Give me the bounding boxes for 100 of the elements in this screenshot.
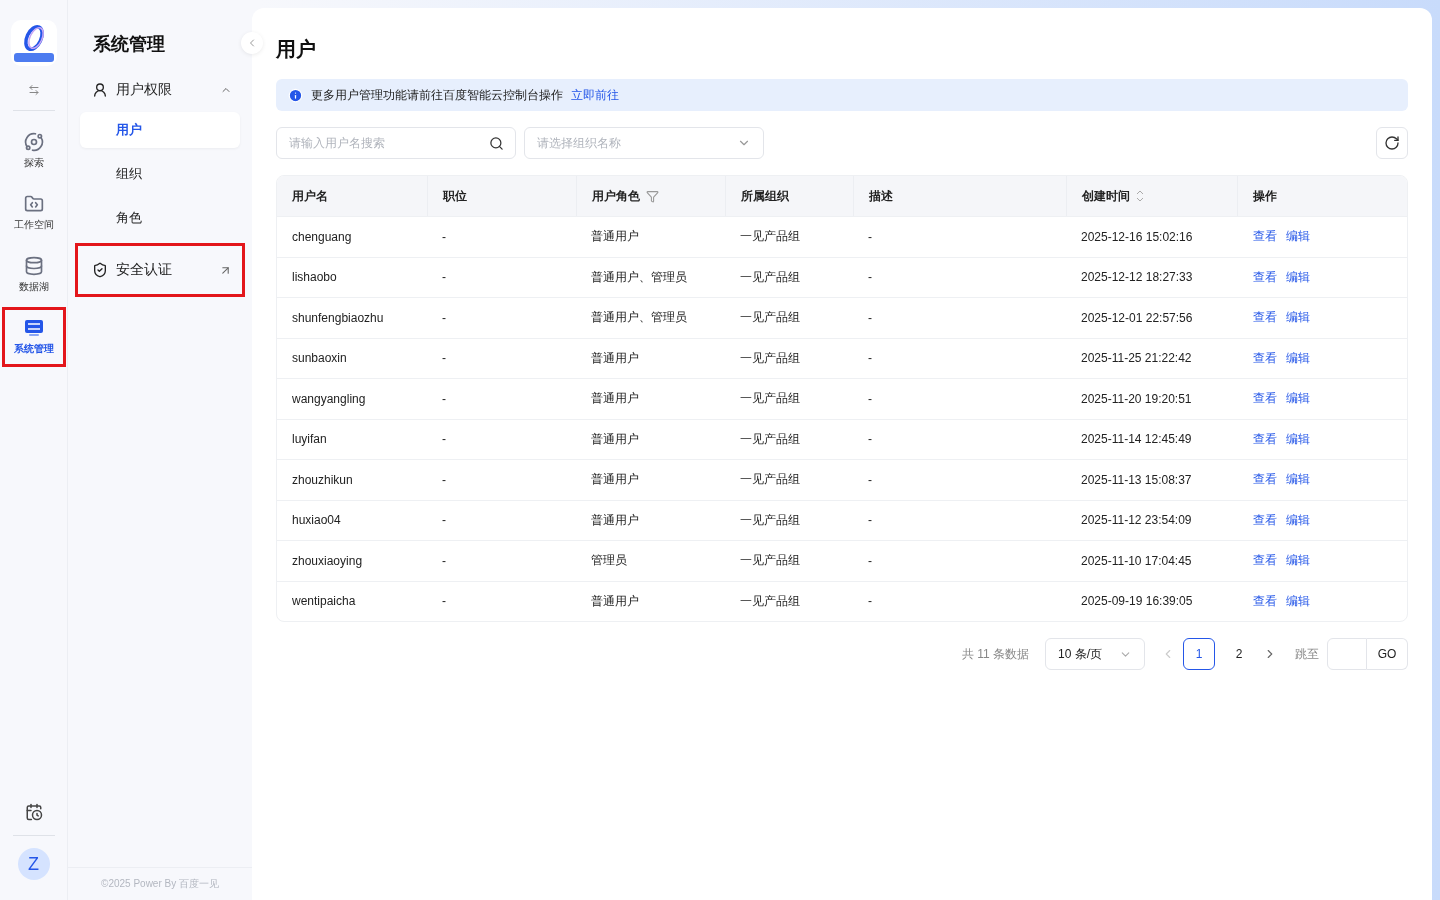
column-header: 职位 bbox=[443, 187, 467, 205]
page-size-select[interactable]: 10 条/页 bbox=[1045, 638, 1145, 670]
action-link[interactable]: 查看 bbox=[1253, 471, 1277, 489]
search-field[interactable]: 请输入用户名搜索 bbox=[276, 127, 516, 159]
sort-icon[interactable] bbox=[1136, 189, 1144, 203]
action-link[interactable]: 编辑 bbox=[1286, 309, 1310, 327]
table-cell-text: - bbox=[867, 432, 873, 447]
switch-icon[interactable] bbox=[27, 84, 40, 96]
page-jump-field[interactable] bbox=[1327, 638, 1367, 670]
column-header: 所属组织 bbox=[741, 187, 789, 205]
column-header: 用户名 bbox=[292, 187, 328, 205]
table-cell-text: 一见产品组 bbox=[739, 430, 801, 448]
table-cell-text: zhouzhikun bbox=[291, 472, 354, 487]
table-cell-text: 一见产品组 bbox=[739, 309, 801, 327]
table-cell-text: 2025-11-20 19:20:51 bbox=[1080, 391, 1193, 406]
action-link[interactable]: 编辑 bbox=[1286, 268, 1310, 286]
refresh-button[interactable] bbox=[1376, 127, 1408, 159]
table-cell-text: luyifan bbox=[291, 432, 328, 447]
action-link[interactable]: 查看 bbox=[1253, 309, 1277, 327]
table-cell-text: huxiao04 bbox=[291, 513, 342, 528]
info-icon bbox=[288, 87, 303, 103]
menu-item[interactable]: 角色 bbox=[80, 200, 240, 236]
table-cell-text: 普通用户 bbox=[590, 592, 640, 610]
table-cell-text: - bbox=[441, 553, 447, 568]
table-cell-text: - bbox=[441, 270, 447, 285]
menu-group[interactable]: 用户权限 bbox=[80, 72, 240, 108]
nav-item[interactable]: 工作空间 bbox=[1, 183, 66, 243]
action-link[interactable]: 查看 bbox=[1253, 390, 1277, 408]
table-cell-text: 2025-11-14 12:45:49 bbox=[1080, 432, 1193, 447]
action-link[interactable]: 查看 bbox=[1253, 552, 1277, 570]
app-logo[interactable] bbox=[10, 20, 57, 66]
table-cell-text: - bbox=[867, 553, 873, 568]
table-cell-text: - bbox=[867, 351, 873, 366]
action-link[interactable]: 查看 bbox=[1253, 268, 1277, 286]
sidebar-title: 系统管理 bbox=[93, 33, 166, 56]
action-link[interactable]: 查看 bbox=[1253, 592, 1277, 610]
table-cell-text: 一见产品组 bbox=[739, 390, 801, 408]
page-title: 用户 bbox=[276, 37, 317, 62]
action-link[interactable]: 编辑 bbox=[1286, 390, 1310, 408]
table-cell-text: chenguang bbox=[291, 229, 353, 244]
menu-item[interactable]: 组织 bbox=[80, 156, 240, 192]
database-icon bbox=[23, 256, 44, 276]
page-button[interactable]: 1 bbox=[1183, 638, 1215, 670]
table-cell-text: 普通用户 bbox=[590, 471, 640, 489]
action-link[interactable]: 编辑 bbox=[1286, 552, 1310, 570]
action-link[interactable]: 编辑 bbox=[1286, 471, 1310, 489]
table-cell-text: 普通用户 bbox=[590, 511, 640, 529]
user-avatar[interactable]: Z bbox=[17, 848, 50, 880]
action-link[interactable]: 查看 bbox=[1253, 430, 1277, 448]
nav-item[interactable]: 探索 bbox=[1, 121, 66, 181]
table-cell-text: wentipaicha bbox=[291, 594, 357, 609]
action-link[interactable]: 查看 bbox=[1253, 511, 1277, 529]
action-link[interactable]: 编辑 bbox=[1286, 228, 1310, 246]
action-link[interactable]: 编辑 bbox=[1286, 349, 1310, 367]
table-cell-text: 一见产品组 bbox=[739, 228, 801, 246]
search-icon[interactable] bbox=[489, 135, 504, 151]
table-cell-text: 2025-11-12 23:54:09 bbox=[1080, 513, 1193, 528]
table-cell-text: 2025-09-19 16:39:05 bbox=[1080, 594, 1194, 609]
table-cell-text: - bbox=[441, 594, 447, 609]
action-link[interactable]: 查看 bbox=[1253, 349, 1277, 367]
table-cell-text: 普通用户 bbox=[590, 228, 640, 246]
action-link[interactable]: 查看 bbox=[1253, 228, 1277, 246]
column-header: 创建时间 bbox=[1082, 187, 1130, 205]
column-header: 用户角色 bbox=[592, 187, 640, 205]
table-cell-text: 2025-12-12 18:27:33 bbox=[1080, 270, 1194, 285]
table-cell-text: - bbox=[867, 229, 873, 244]
table-cell-text: - bbox=[441, 513, 447, 528]
table-cell-text: - bbox=[441, 229, 447, 244]
notice-text: 更多用户管理功能请前往百度智能云控制台操作 bbox=[311, 86, 563, 104]
table-cell-text: sunbaoxin bbox=[291, 351, 348, 366]
column-header: 描述 bbox=[869, 187, 893, 205]
notice-link[interactable]: 立即前往 bbox=[571, 86, 619, 104]
table-cell-text: 一见产品组 bbox=[739, 552, 801, 570]
go-button[interactable]: GO bbox=[1367, 638, 1408, 670]
table-cell-text: - bbox=[441, 472, 447, 487]
schedule-icon[interactable] bbox=[24, 803, 43, 821]
total-count: 共 11 条数据 bbox=[961, 645, 1029, 663]
table-cell-text: 一见产品组 bbox=[739, 268, 801, 286]
table-cell-text: - bbox=[867, 472, 873, 487]
menu-group[interactable]: 安全认证 bbox=[80, 248, 240, 292]
action-link[interactable]: 编辑 bbox=[1286, 511, 1310, 529]
control-panel-icon bbox=[23, 318, 44, 338]
jump-label: 跳至 bbox=[1295, 645, 1319, 663]
table-cell-text: - bbox=[867, 270, 873, 285]
filter-icon[interactable] bbox=[646, 189, 659, 203]
nav-item[interactable]: 数据湖 bbox=[1, 245, 66, 305]
nav-item[interactable]: 系统管理 bbox=[1, 307, 66, 367]
table-cell-text: 2025-11-25 21:22:42 bbox=[1080, 351, 1193, 366]
action-link[interactable]: 编辑 bbox=[1286, 592, 1310, 610]
table-cell-text: 一见产品组 bbox=[739, 592, 801, 610]
table-cell-text: - bbox=[867, 391, 873, 406]
table-cell-text: shunfengbiaozhu bbox=[291, 310, 385, 325]
menu-item[interactable]: 用户 bbox=[80, 112, 240, 148]
folder-icon bbox=[23, 194, 44, 214]
planet-icon bbox=[23, 132, 44, 152]
action-link[interactable]: 编辑 bbox=[1286, 430, 1310, 448]
table-cell-text: 普通用户 bbox=[590, 349, 640, 367]
table-cell-text: 一见产品组 bbox=[739, 471, 801, 489]
table-cell-text: zhouxiaoying bbox=[291, 553, 364, 568]
table-cell-text: 2025-11-10 17:04:45 bbox=[1080, 553, 1193, 568]
